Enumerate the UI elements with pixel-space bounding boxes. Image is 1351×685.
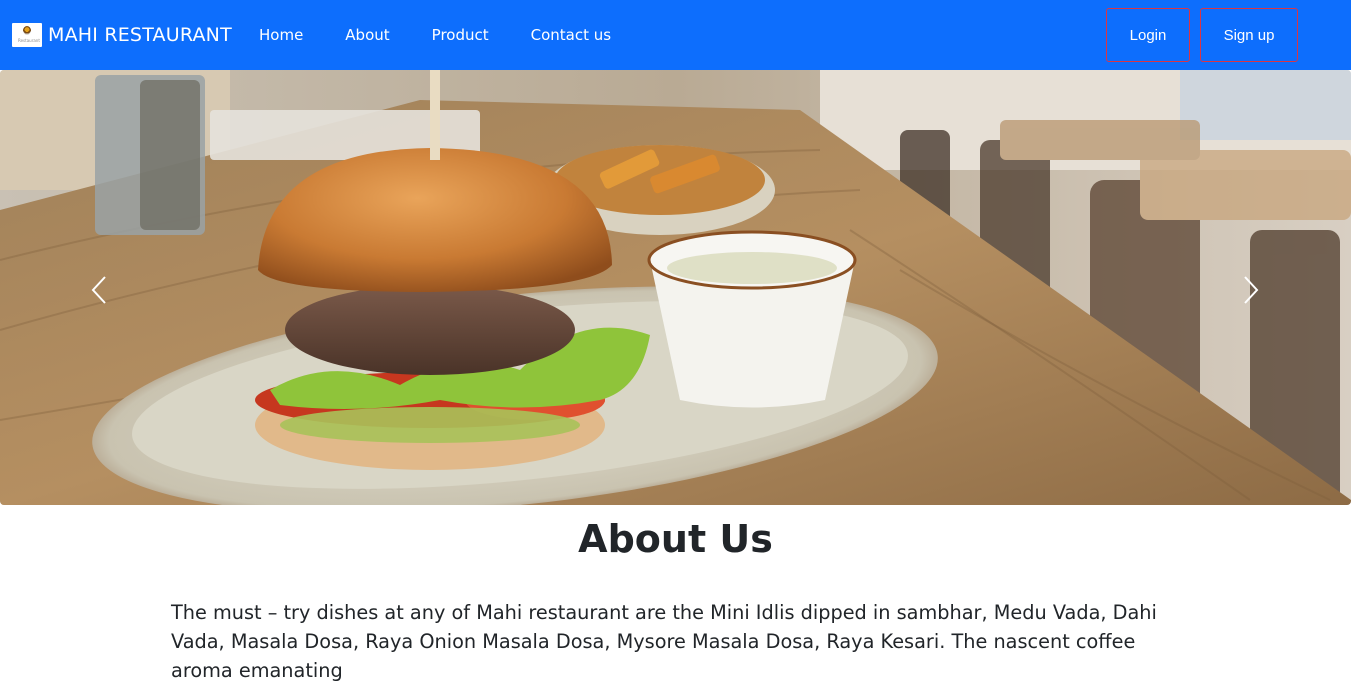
- burger-plate-image: [0, 70, 1351, 505]
- brand-link[interactable]: Restaurant MAHI RESTAURANT: [12, 20, 232, 50]
- nav-contact-us[interactable]: Contact us: [510, 26, 632, 44]
- nav-links: Home About Product Contact us: [238, 0, 632, 70]
- about-description: The must – try dishes at any of Mahi res…: [171, 601, 1157, 682]
- logo-text: Restaurant: [18, 38, 40, 43]
- chevron-right-icon: [1244, 276, 1259, 304]
- logo-icon: [23, 26, 31, 35]
- hero-carousel: [0, 70, 1351, 505]
- signup-button[interactable]: Sign up: [1200, 8, 1298, 62]
- nav-product[interactable]: Product: [411, 26, 510, 44]
- restaurant-logo: Restaurant: [12, 23, 42, 47]
- carousel-prev-button[interactable]: [80, 265, 120, 315]
- chevron-left-icon: [91, 276, 106, 304]
- nav-about[interactable]: About: [324, 26, 410, 44]
- carousel-next-button[interactable]: [1230, 265, 1270, 315]
- about-title: About Us: [578, 517, 773, 561]
- login-button[interactable]: Login: [1106, 8, 1190, 62]
- nav-home[interactable]: Home: [238, 26, 324, 44]
- navbar: Restaurant MAHI RESTAURANT Home About Pr…: [0, 0, 1351, 70]
- brand-name: MAHI RESTAURANT: [48, 24, 232, 46]
